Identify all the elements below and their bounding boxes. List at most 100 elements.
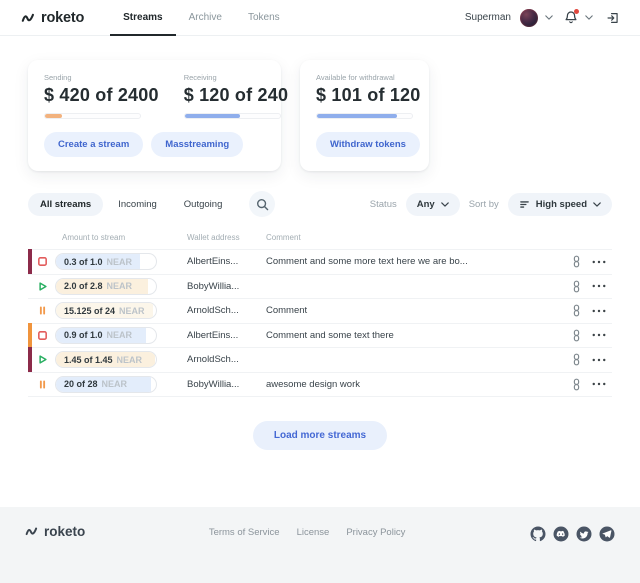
logout-button[interactable]: [606, 11, 620, 25]
nav-tab-archive[interactable]: Archive: [176, 0, 235, 36]
sending-value: $ 420 of 2400: [44, 85, 159, 106]
amount-progress-pill: 0.3 of 1.0 NEAR: [55, 253, 157, 270]
withdrawal-summary-card: Available for withdrawal $ 101 of 120 Wi…: [300, 60, 429, 171]
notifications-button[interactable]: [564, 10, 578, 25]
stream-menu-button[interactable]: [586, 358, 612, 362]
sending-progress-track: [44, 113, 141, 119]
create-stream-button[interactable]: Create a stream: [44, 132, 143, 157]
search-button[interactable]: [249, 191, 275, 217]
nav-tab-streams[interactable]: Streams: [110, 0, 175, 36]
streams-table-body: 0.3 of 1.0 NEAR AlbertEins... Comment an…: [28, 249, 612, 397]
status-filter-dropdown[interactable]: Any: [406, 193, 460, 216]
stream-status-cell: [28, 379, 55, 390]
withdrawal-progress-fill: [317, 114, 397, 118]
receiving-progress-fill: [185, 114, 240, 118]
table-header-row: Amount to stream Wallet address Comment: [28, 233, 612, 249]
stream-link-button[interactable]: [566, 304, 586, 317]
sending-label: Sending: [44, 73, 159, 82]
nav-tab-tokens[interactable]: Tokens: [235, 0, 293, 36]
privacy-policy-link[interactable]: Privacy Policy: [346, 527, 405, 538]
pause-icon: [37, 305, 48, 316]
notifications-chevron[interactable]: [585, 15, 593, 20]
stream-link-button[interactable]: [566, 255, 586, 268]
github-link[interactable]: [529, 525, 547, 543]
withdrawal-value: $ 101 of 120: [316, 85, 413, 106]
stream-link-button[interactable]: [566, 378, 586, 391]
wallet-address: AlbertEins...: [187, 256, 266, 267]
stream-status-cell: [28, 281, 55, 292]
stream-menu-button[interactable]: [586, 382, 612, 386]
filter-tab-all-streams[interactable]: All streams: [28, 193, 103, 216]
load-more-streams-button[interactable]: Load more streams: [253, 421, 387, 450]
filter-tab-outgoing[interactable]: Outgoing: [172, 193, 235, 216]
filter-bar: All streams Incoming Outgoing Status Any…: [0, 191, 640, 217]
link-icon: [571, 255, 582, 268]
amount-value: 0.3 of 1.0: [64, 257, 103, 267]
col-header-comment: Comment: [266, 233, 566, 242]
stream-row[interactable]: 20 of 28 NEAR BobyWillia... awesome desi…: [28, 372, 612, 397]
amount-value: 2.0 of 2.8: [64, 281, 103, 291]
sort-by-label: Sort by: [469, 199, 499, 210]
chevron-down-icon: [545, 15, 553, 20]
wallet-address: BobyWillia...: [187, 281, 266, 292]
footer-brand-logo[interactable]: roketo: [24, 524, 85, 539]
telegram-link[interactable]: [598, 525, 616, 543]
pause-icon: [37, 379, 48, 390]
withdrawal-label: Available for withdrawal: [316, 73, 413, 82]
notification-badge: [574, 9, 579, 14]
stream-link-button[interactable]: [566, 329, 586, 342]
search-icon: [256, 198, 269, 211]
license-link[interactable]: License: [297, 527, 330, 538]
stream-row[interactable]: 15.125 of 24 NEAR ArnoldSch... Comment: [28, 298, 612, 323]
stream-menu-button[interactable]: [586, 284, 612, 288]
wallet-address: ArnoldSch...: [187, 354, 266, 365]
footer-brand-name: roketo: [44, 524, 85, 539]
stream-comment: Comment and some more text here we are b…: [266, 256, 566, 267]
stop-icon: [37, 256, 48, 267]
stream-link-button[interactable]: [566, 353, 586, 366]
user-avatar[interactable]: [520, 9, 538, 27]
ellipsis-icon: [592, 309, 606, 313]
stream-status-cell: [28, 256, 55, 267]
token-label: NEAR: [107, 330, 133, 340]
amount-value: 1.45 of 1.45: [64, 355, 113, 365]
user-menu-chevron[interactable]: [545, 15, 553, 20]
footer: roketo Terms of Service License Privacy …: [0, 507, 640, 583]
sort-dropdown[interactable]: High speed: [508, 193, 612, 216]
token-label: NEAR: [102, 379, 128, 389]
stream-menu-button[interactable]: [586, 260, 612, 264]
stream-menu-button[interactable]: [586, 309, 612, 313]
wallet-address: ArnoldSch...: [187, 305, 266, 316]
withdrawal-progress-track: [316, 113, 413, 119]
chevron-down-icon: [593, 202, 601, 207]
col-header-wallet: Wallet address: [187, 233, 266, 242]
ellipsis-icon: [592, 333, 606, 337]
stream-row[interactable]: 1.45 of 1.45 NEAR ArnoldSch...: [28, 347, 612, 372]
receiving-metric: Receiving $ 120 of 240: [184, 73, 288, 119]
stream-status-cell: [28, 330, 55, 341]
filter-tab-incoming[interactable]: Incoming: [106, 193, 169, 216]
withdraw-tokens-button[interactable]: Withdraw tokens: [316, 132, 420, 157]
stream-row[interactable]: 0.3 of 1.0 NEAR AlbertEins... Comment an…: [28, 249, 612, 274]
stream-menu-button[interactable]: [586, 333, 612, 337]
stream-row[interactable]: 2.0 of 2.8 NEAR BobyWillia...: [28, 274, 612, 299]
masstreaming-button[interactable]: Masstreaming: [151, 132, 243, 157]
amount-cell: 15.125 of 24 NEAR: [55, 302, 187, 319]
wallet-address: BobyWillia...: [187, 379, 266, 390]
stream-link-button[interactable]: [566, 280, 586, 293]
ellipsis-icon: [592, 284, 606, 288]
stream-row[interactable]: 0.9 of 1.0 NEAR AlbertEins... Comment an…: [28, 323, 612, 348]
link-icon: [571, 353, 582, 366]
amount-progress-pill: 0.9 of 1.0 NEAR: [55, 327, 157, 344]
amount-cell: 2.0 of 2.8 NEAR: [55, 278, 187, 295]
amount-progress-pill: 20 of 28 NEAR: [55, 376, 157, 393]
discord-link[interactable]: [552, 525, 570, 543]
twitter-link[interactable]: [575, 525, 593, 543]
amount-cell: 20 of 28 NEAR: [55, 376, 187, 393]
terms-of-service-link[interactable]: Terms of Service: [209, 527, 280, 538]
social-links: [529, 525, 616, 543]
brand-logo[interactable]: roketo: [20, 10, 84, 26]
amount-value: 0.9 of 1.0: [64, 330, 103, 340]
roketo-app: roketo Streams Archive Tokens Superman: [0, 0, 640, 583]
stop-icon: [37, 330, 48, 341]
